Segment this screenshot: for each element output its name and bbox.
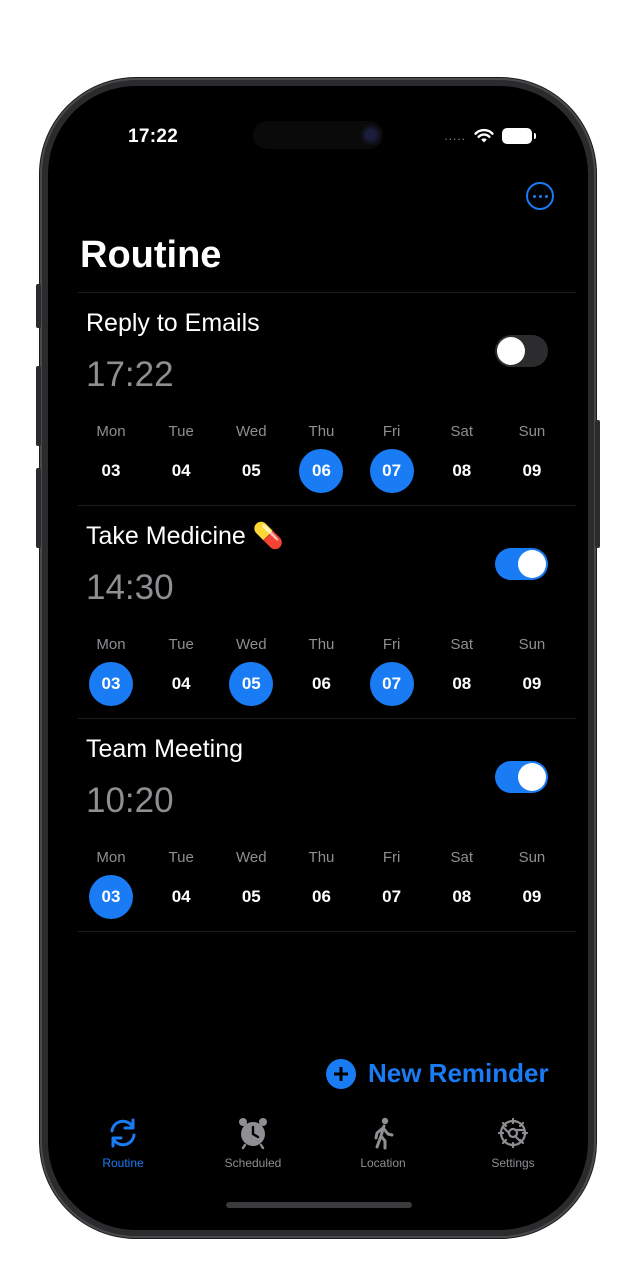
day-tue[interactable]: Tue 04 bbox=[158, 636, 204, 706]
day-selector: Mon 03 Tue 04 Wed 05 Thu 06 Fri 07 Sat 08 Sun 0… bbox=[88, 423, 555, 493]
reminder-list: Reply to Emails 17:22 Mon 03 Tue 04 Wed 05 … bbox=[78, 292, 576, 932]
status-indicators: ..... bbox=[444, 128, 536, 144]
day-number: 08 bbox=[452, 461, 472, 480]
reminder-time: 10:20 bbox=[86, 781, 174, 820]
day-number: 06 bbox=[312, 887, 331, 906]
day-number: 07 bbox=[382, 887, 402, 906]
battery-icon bbox=[502, 128, 536, 144]
reminder-item[interactable]: Reply to Emails 17:22 Mon 03 Tue 04 Wed 05 … bbox=[78, 293, 576, 505]
day-number: 05 bbox=[241, 887, 261, 906]
day-tue[interactable]: Tue 04 bbox=[158, 849, 204, 919]
reminder-item[interactable]: Take Medicine 💊 14:30 Mon 03 Tue 04 Wed 05 … bbox=[78, 506, 576, 718]
day-fri[interactable]: Fri 07 bbox=[369, 423, 415, 493]
day-wed[interactable]: Wed 05 bbox=[228, 423, 274, 493]
volume-down-button bbox=[36, 468, 41, 548]
tab-routine[interactable]: Routine bbox=[63, 1116, 183, 1170]
reminder-title: Take Medicine 💊 bbox=[86, 522, 284, 550]
tab-label: Settings bbox=[491, 1156, 535, 1170]
day-wed[interactable]: Wed 05 bbox=[228, 849, 274, 919]
action-button bbox=[36, 284, 41, 328]
day-number: 06 bbox=[299, 449, 344, 493]
refresh-icon bbox=[110, 1118, 136, 1148]
screen: 17:22 ..... Routine Reply to Emails 17:2… bbox=[48, 86, 588, 1230]
reminder-time: 17:22 bbox=[86, 355, 174, 394]
day-number: 07 bbox=[369, 449, 414, 493]
reminder-item[interactable]: Team Meeting 10:20 Mon 03 Tue 04 Wed 05 Thu… bbox=[78, 719, 576, 931]
day-sat[interactable]: Sat 08 bbox=[439, 849, 485, 919]
plus-circle-icon bbox=[326, 1058, 356, 1089]
tab-label: Routine bbox=[102, 1156, 144, 1170]
gear-icon bbox=[497, 1117, 529, 1149]
alarm-clock-icon bbox=[239, 1118, 267, 1150]
tab-scheduled[interactable]: Scheduled bbox=[193, 1116, 313, 1170]
day-selector: Mon 03 Tue 04 Wed 05 Thu 06 Fri 07 Sat 08 Sun 0… bbox=[88, 636, 555, 706]
home-indicator bbox=[226, 1202, 412, 1208]
power-button bbox=[595, 420, 600, 548]
day-thu[interactable]: Thu 06 bbox=[298, 849, 344, 919]
new-reminder-label: New Reminder bbox=[368, 1058, 549, 1088]
day-number: 04 bbox=[171, 674, 191, 693]
signal-icon: ..... bbox=[444, 129, 466, 143]
tab-bar: Routine Scheduled Location Settings bbox=[58, 1116, 578, 1170]
day-sat[interactable]: Sat 08 bbox=[439, 423, 485, 493]
tab-label: Location bbox=[360, 1156, 406, 1170]
status-time: 17:22 bbox=[128, 126, 179, 147]
reminder-toggle[interactable] bbox=[495, 761, 548, 793]
day-number: 04 bbox=[171, 887, 191, 906]
day-wed[interactable]: Wed 05 bbox=[228, 636, 274, 706]
day-selector: Mon 03 Tue 04 Wed 05 Thu 06 Fri 07 Sat 08 Sun 0… bbox=[88, 849, 555, 919]
tab-label: Scheduled bbox=[224, 1156, 282, 1170]
day-mon[interactable]: Mon 03 bbox=[88, 849, 134, 919]
day-number: 08 bbox=[452, 887, 472, 906]
day-number: 05 bbox=[241, 461, 261, 480]
day-fri[interactable]: Fri 07 bbox=[369, 849, 415, 919]
day-thu[interactable]: Thu 06 bbox=[298, 636, 344, 706]
day-number: 06 bbox=[312, 674, 331, 693]
day-tue[interactable]: Tue 04 bbox=[158, 423, 204, 493]
day-number: 03 bbox=[89, 875, 133, 919]
reminder-title: Team Meeting bbox=[86, 735, 244, 763]
day-number: 07 bbox=[369, 662, 414, 706]
reminder-toggle[interactable] bbox=[495, 548, 548, 580]
reminder-time: 14:30 bbox=[86, 568, 174, 607]
reminder-toggle[interactable] bbox=[495, 335, 548, 367]
walking-person-icon bbox=[374, 1117, 394, 1150]
day-mon[interactable]: Mon 03 bbox=[88, 423, 134, 493]
day-number: 08 bbox=[452, 674, 472, 693]
reminder-title: Reply to Emails bbox=[86, 309, 260, 337]
page-title: Routine bbox=[80, 234, 222, 276]
day-fri[interactable]: Fri 07 bbox=[369, 636, 415, 706]
day-mon[interactable]: Mon 03 bbox=[88, 636, 134, 706]
day-number: 05 bbox=[229, 662, 274, 706]
tab-location[interactable]: Location bbox=[323, 1116, 443, 1170]
wifi-icon bbox=[474, 128, 494, 143]
day-sun[interactable]: Sun 09 bbox=[509, 849, 555, 919]
camera-icon bbox=[360, 124, 382, 146]
volume-up-button bbox=[36, 366, 41, 446]
day-sat[interactable]: Sat 08 bbox=[439, 636, 485, 706]
day-number: 04 bbox=[171, 461, 191, 480]
day-sun[interactable]: Sun 09 bbox=[509, 423, 555, 493]
divider bbox=[78, 931, 576, 932]
day-sun[interactable]: Sun 09 bbox=[509, 636, 555, 706]
more-options-button[interactable] bbox=[526, 182, 554, 210]
day-number: 03 bbox=[89, 662, 133, 706]
tab-settings[interactable]: Settings bbox=[453, 1116, 573, 1170]
day-number: 09 bbox=[522, 674, 542, 693]
day-number: 09 bbox=[522, 887, 542, 906]
day-number: 09 bbox=[522, 461, 542, 480]
day-thu[interactable]: Thu 06 bbox=[298, 423, 344, 493]
new-reminder-button[interactable]: New Reminder bbox=[326, 1058, 549, 1089]
day-number: 03 bbox=[101, 461, 121, 480]
